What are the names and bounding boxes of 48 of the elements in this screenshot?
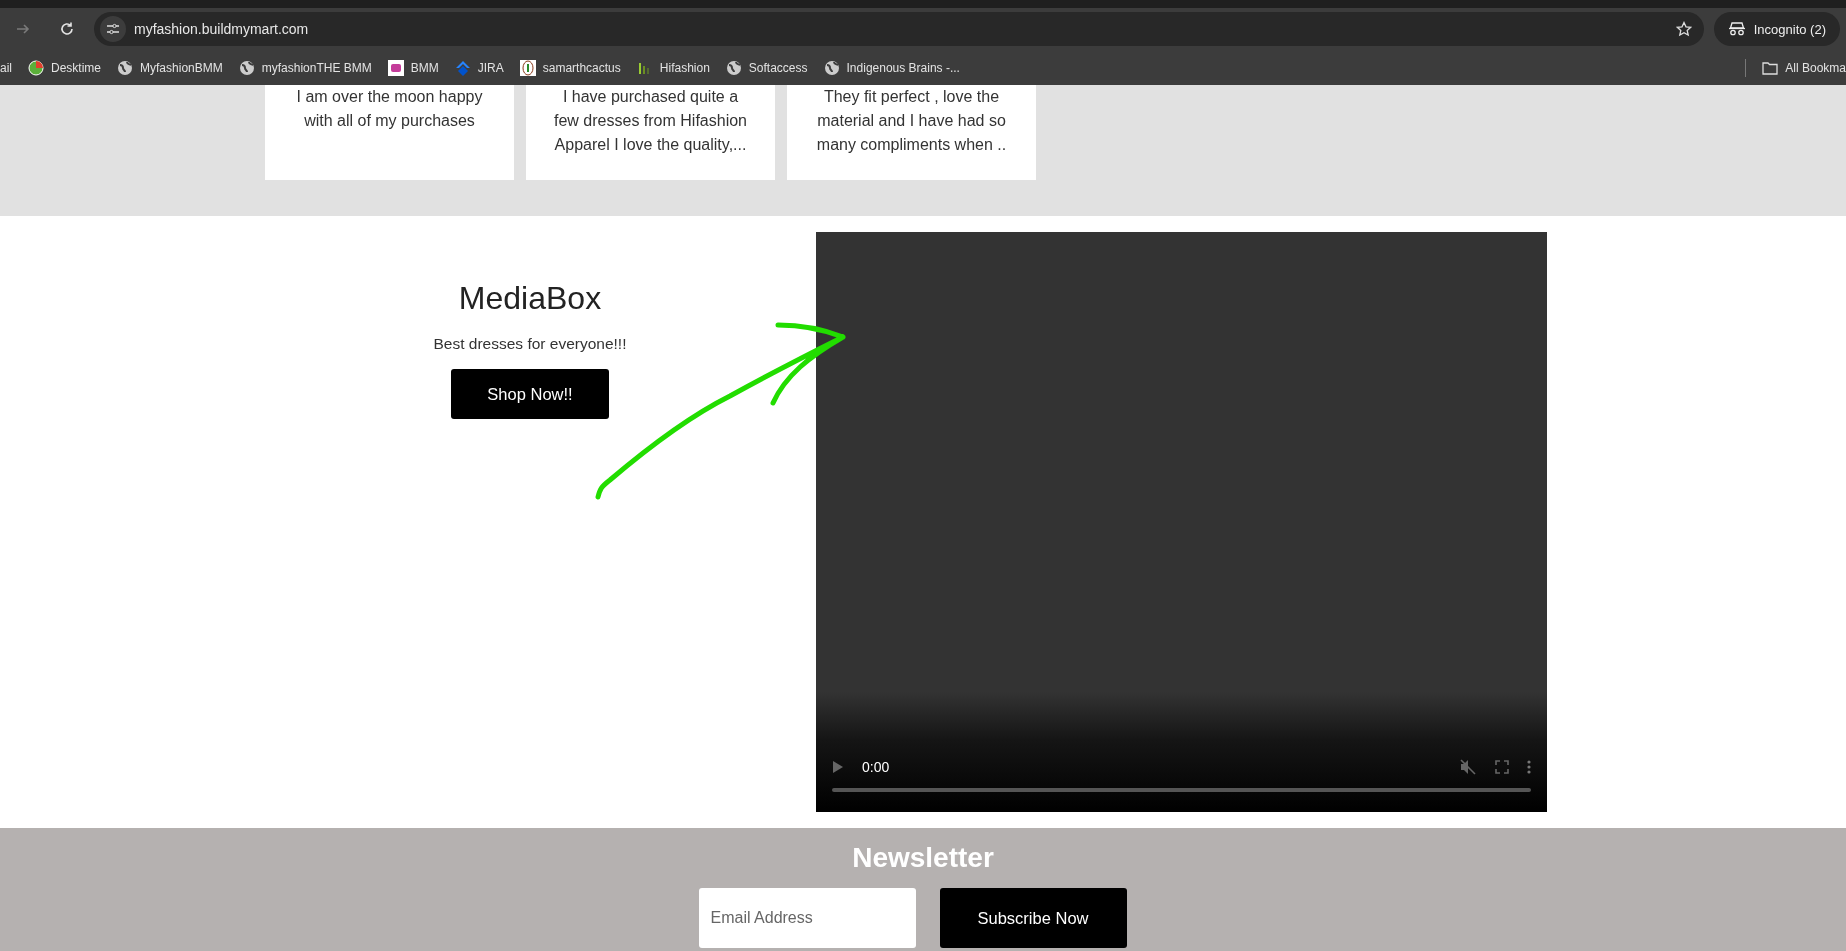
subscribe-button[interactable]: Subscribe Now <box>939 888 1127 948</box>
section-subtitle: Best dresses for everyone!!! <box>433 335 627 353</box>
globe-icon <box>725 59 742 76</box>
reload-icon <box>59 21 75 37</box>
incognito-icon <box>1727 22 1746 36</box>
url-text: myfashion.buildmymart.com <box>134 21 310 37</box>
all-bookmarks-button[interactable]: All Bookma <box>1754 53 1846 82</box>
fullscreen-icon[interactable] <box>1495 760 1509 774</box>
globe-icon <box>238 59 255 76</box>
bookmark-item[interactable]: Hifashion <box>628 53 718 82</box>
site-settings-icon[interactable] <box>100 16 126 42</box>
bookmark-item[interactable]: Softaccess <box>717 53 816 82</box>
tile-icon <box>387 59 404 76</box>
chevron-stack-icon <box>454 59 471 76</box>
section-title: MediaBox <box>458 280 602 317</box>
bookmark-item[interactable]: MyfashionBMM <box>109 53 231 82</box>
bookmark-star-icon[interactable] <box>1675 21 1692 37</box>
globe-icon <box>823 59 840 76</box>
folder-icon <box>1762 60 1779 75</box>
testimonial-text: I am over the moon happy <box>296 87 483 107</box>
more-options-icon[interactable] <box>1527 760 1531 774</box>
video-time: 0:00 <box>862 759 891 775</box>
bookmark-item[interactable]: JIRA <box>446 53 512 82</box>
testimonial-text: many compliments when .. <box>816 135 1007 155</box>
testimonial-text: few dresses from Hifashion <box>554 111 747 131</box>
testimonial-text: Apparel I love the quality,... <box>554 135 747 155</box>
incognito-button[interactable]: Incognito (2) <box>1713 12 1840 46</box>
address-bar[interactable]: myfashion.buildmymart.com <box>94 12 1704 46</box>
email-field[interactable]: Email Address <box>698 888 916 948</box>
bookmark-item[interactable]: Indigenous Brains -... <box>815 53 968 82</box>
video-player[interactable]: 0:00 <box>816 232 1547 812</box>
bookmark-item[interactable]: myfashionTHE BMM <box>230 53 380 82</box>
bookmark-item[interactable]: ail <box>0 53 20 82</box>
shop-now-button[interactable]: Shop Now!! <box>451 369 609 419</box>
bookmark-item[interactable]: Desktime <box>20 53 110 82</box>
cactus-icon <box>519 59 536 76</box>
testimonial-text: I have purchased quite a <box>562 87 739 107</box>
progress-track[interactable] <box>832 788 1531 792</box>
bookmark-item[interactable]: BMM <box>379 53 447 82</box>
pie-chart-icon <box>28 59 44 76</box>
testimonial-text: material and I have had so <box>817 111 1006 131</box>
testimonial-text: They fit perfect , love the <box>823 87 1000 107</box>
bookmark-item[interactable]: samarthcactus <box>511 53 629 82</box>
muted-speaker-icon[interactable] <box>1459 758 1477 776</box>
newsletter-title: Newsletter <box>852 842 994 874</box>
globe-icon <box>117 59 134 76</box>
play-icon[interactable] <box>832 760 844 774</box>
testimonial-text: with all of my purchases <box>304 111 475 131</box>
